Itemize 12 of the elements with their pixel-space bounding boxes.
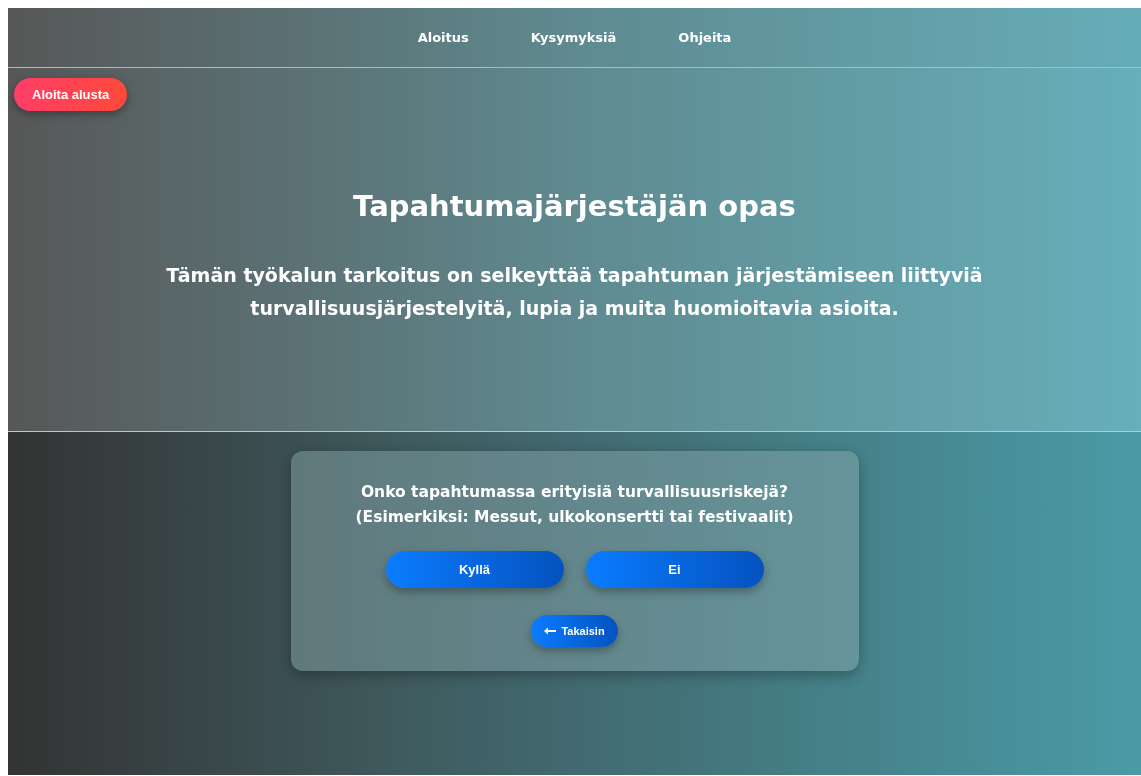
answer-button[interactable]: Kyllä (385, 551, 564, 588)
question-text: Onko tapahtumassa erityisiä turvallisuusriskejä? (360, 482, 789, 503)
answer-button[interactable]: Ei (585, 551, 764, 588)
nav-link[interactable]: Ohjeita (658, 24, 752, 51)
example-text: (Esimerkiksi: Messut, ulkokonsertti tai festivaalit) (355, 507, 794, 528)
left-arrow-icon (544, 627, 557, 635)
nav-link[interactable]: Aloitus (397, 24, 489, 51)
back-button[interactable]: Takaisin (531, 615, 618, 647)
restart-button[interactable]: Aloita alusta (14, 78, 128, 111)
page-title: Tapahtumajärjestäjän opas (352, 189, 797, 223)
nav-link[interactable]: Kysymyksiä (510, 24, 637, 51)
intro-text: Tämän työkalun tarkoitus on selkeyttää tapahtuman järjestämiseen liittyviä turvallisuusjärjestelyitä, lupia ja muita huomioitavia asioita. (165, 263, 984, 321)
